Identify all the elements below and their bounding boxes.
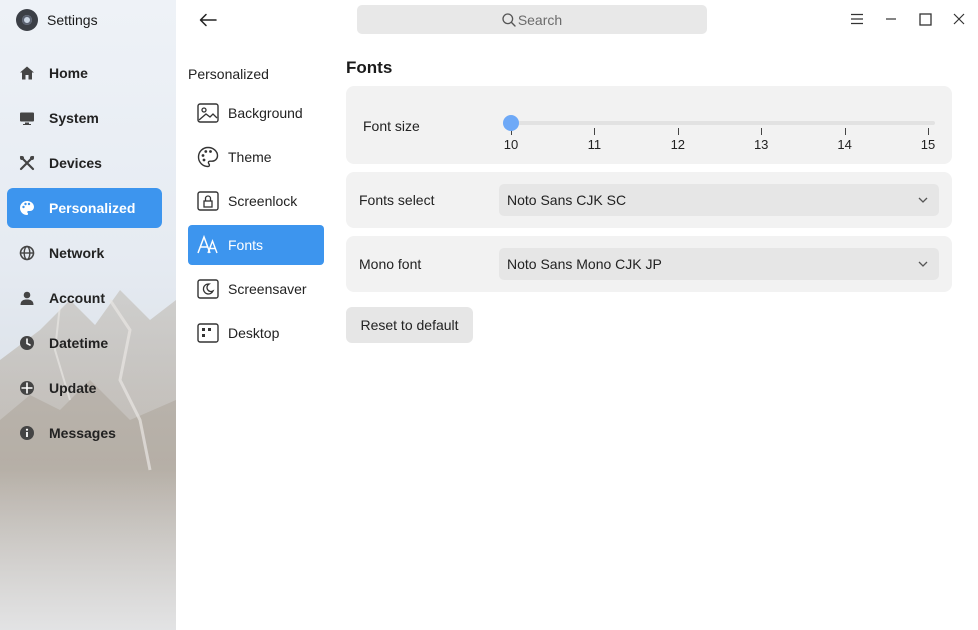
- search-input[interactable]: Search: [357, 5, 707, 34]
- sidebar-nav: Home System Devices Personalized Network: [7, 53, 162, 458]
- close-button[interactable]: [950, 10, 968, 28]
- slider-track: [511, 121, 935, 125]
- sidebar-item-personalized[interactable]: Personalized: [7, 188, 162, 228]
- font-size-card: Font size 10 11 12 13 14 15: [346, 86, 952, 164]
- slider-tick: [677, 128, 679, 135]
- slider-tick-label: 12: [670, 137, 686, 152]
- subnav-title: Personalized: [188, 66, 269, 82]
- subnav-item-background[interactable]: Background: [188, 93, 324, 133]
- palette-icon: [197, 146, 219, 168]
- app-title: Settings: [47, 12, 98, 28]
- sidebar-item-label: Datetime: [49, 335, 109, 351]
- sidebar-item-system[interactable]: System: [7, 98, 162, 138]
- palette-icon: [19, 200, 35, 216]
- fonts-select-value: Noto Sans CJK SC: [507, 192, 627, 208]
- slider-tick: [594, 128, 596, 135]
- sidebar-item-label: Devices: [49, 155, 102, 171]
- font-size-slider[interactable]: 10 11 12 13 14 15: [503, 114, 936, 158]
- settings-app-icon: [16, 9, 38, 31]
- sidebar-item-account[interactable]: Account: [7, 278, 162, 318]
- desktop-grid-icon: [197, 322, 219, 344]
- back-button[interactable]: [197, 9, 219, 31]
- subnav-item-screenlock[interactable]: Screenlock: [188, 181, 324, 221]
- mono-font-card: Mono font Noto Sans Mono CJK JP: [346, 236, 952, 292]
- slider-tick: [761, 128, 763, 135]
- close-icon: [953, 13, 965, 25]
- hamburger-icon: [851, 13, 863, 25]
- screensaver-icon: [197, 278, 219, 300]
- subnav-item-fonts[interactable]: Fonts: [188, 225, 324, 265]
- subnav: Background Theme Screenlock Fonts Screen…: [188, 93, 324, 357]
- slider-tick: [844, 128, 846, 135]
- sidebar-item-network[interactable]: Network: [7, 233, 162, 273]
- screenlock-icon: [197, 190, 219, 212]
- sidebar-item-label: Messages: [49, 425, 116, 441]
- globe-icon: [19, 245, 35, 261]
- sidebar-item-update[interactable]: Update: [7, 368, 162, 408]
- arrow-left-icon: [199, 13, 217, 27]
- sidebar-item-label: Network: [49, 245, 105, 261]
- subnav-item-label: Theme: [228, 149, 272, 165]
- subnav-item-label: Desktop: [228, 325, 280, 341]
- sidebar-item-home[interactable]: Home: [7, 53, 162, 93]
- slider-handle[interactable]: [503, 115, 519, 131]
- chevron-down-icon: [918, 197, 928, 203]
- app-header: Settings: [16, 8, 98, 32]
- info-icon: [19, 425, 35, 441]
- mono-font-label: Mono font: [359, 256, 422, 272]
- sidebar-item-label: Personalized: [49, 200, 136, 216]
- subnav-item-theme[interactable]: Theme: [188, 137, 324, 177]
- minimize-icon: [886, 18, 896, 20]
- search-icon: [502, 12, 516, 27]
- mono-font-value: Noto Sans Mono CJK JP: [507, 256, 662, 272]
- slider-tick-label: 13: [753, 137, 769, 152]
- fonts-select-card: Fonts select Noto Sans CJK SC: [346, 172, 952, 228]
- slider-tick-label: 14: [837, 137, 852, 152]
- mono-font-dropdown[interactable]: Noto Sans Mono CJK JP: [499, 248, 939, 280]
- chevron-down-icon: [918, 261, 928, 267]
- monitor-icon: [19, 110, 35, 126]
- sidebar: Settings Home System Devices Personalize…: [0, 0, 176, 630]
- fonts-icon: [197, 234, 219, 256]
- slider-tick-label: 11: [587, 137, 602, 152]
- maximize-button[interactable]: [916, 10, 934, 28]
- subnav-item-screensaver[interactable]: Screensaver: [188, 269, 324, 309]
- clock-icon: [19, 335, 35, 351]
- maximize-icon: [918, 12, 932, 26]
- update-icon: [19, 380, 35, 396]
- sidebar-item-devices[interactable]: Devices: [7, 143, 162, 183]
- page-title: Fonts: [346, 58, 393, 77]
- fonts-select-dropdown[interactable]: Noto Sans CJK SC: [499, 184, 939, 216]
- sidebar-item-label: Home: [49, 65, 88, 81]
- slider-tick-label: 15: [920, 137, 936, 152]
- subnav-item-label: Screenlock: [228, 193, 298, 209]
- subnav-item-desktop[interactable]: Desktop: [188, 313, 324, 353]
- sidebar-item-label: System: [49, 110, 99, 126]
- fonts-select-label: Fonts select: [359, 192, 435, 208]
- user-icon: [19, 290, 35, 306]
- slider-tick: [928, 128, 929, 135]
- sidebar-item-label: Account: [49, 290, 105, 306]
- search-placeholder: Search: [517, 11, 563, 28]
- tools-icon: [19, 155, 35, 171]
- home-icon: [19, 65, 35, 81]
- subnav-item-label: Screensaver: [228, 281, 307, 297]
- slider-tick-label: 10: [503, 137, 519, 152]
- sidebar-item-datetime[interactable]: Datetime: [7, 323, 162, 363]
- subnav-item-label: Fonts: [228, 237, 264, 253]
- menu-button[interactable]: [848, 10, 866, 28]
- minimize-button[interactable]: [882, 10, 900, 28]
- sidebar-item-messages[interactable]: Messages: [7, 413, 162, 453]
- reset-to-default-button[interactable]: Reset to default: [346, 307, 473, 343]
- image-icon: [197, 102, 219, 124]
- sidebar-item-label: Update: [49, 380, 97, 396]
- subnav-item-label: Background: [228, 105, 303, 121]
- font-size-label: Font size: [363, 118, 420, 134]
